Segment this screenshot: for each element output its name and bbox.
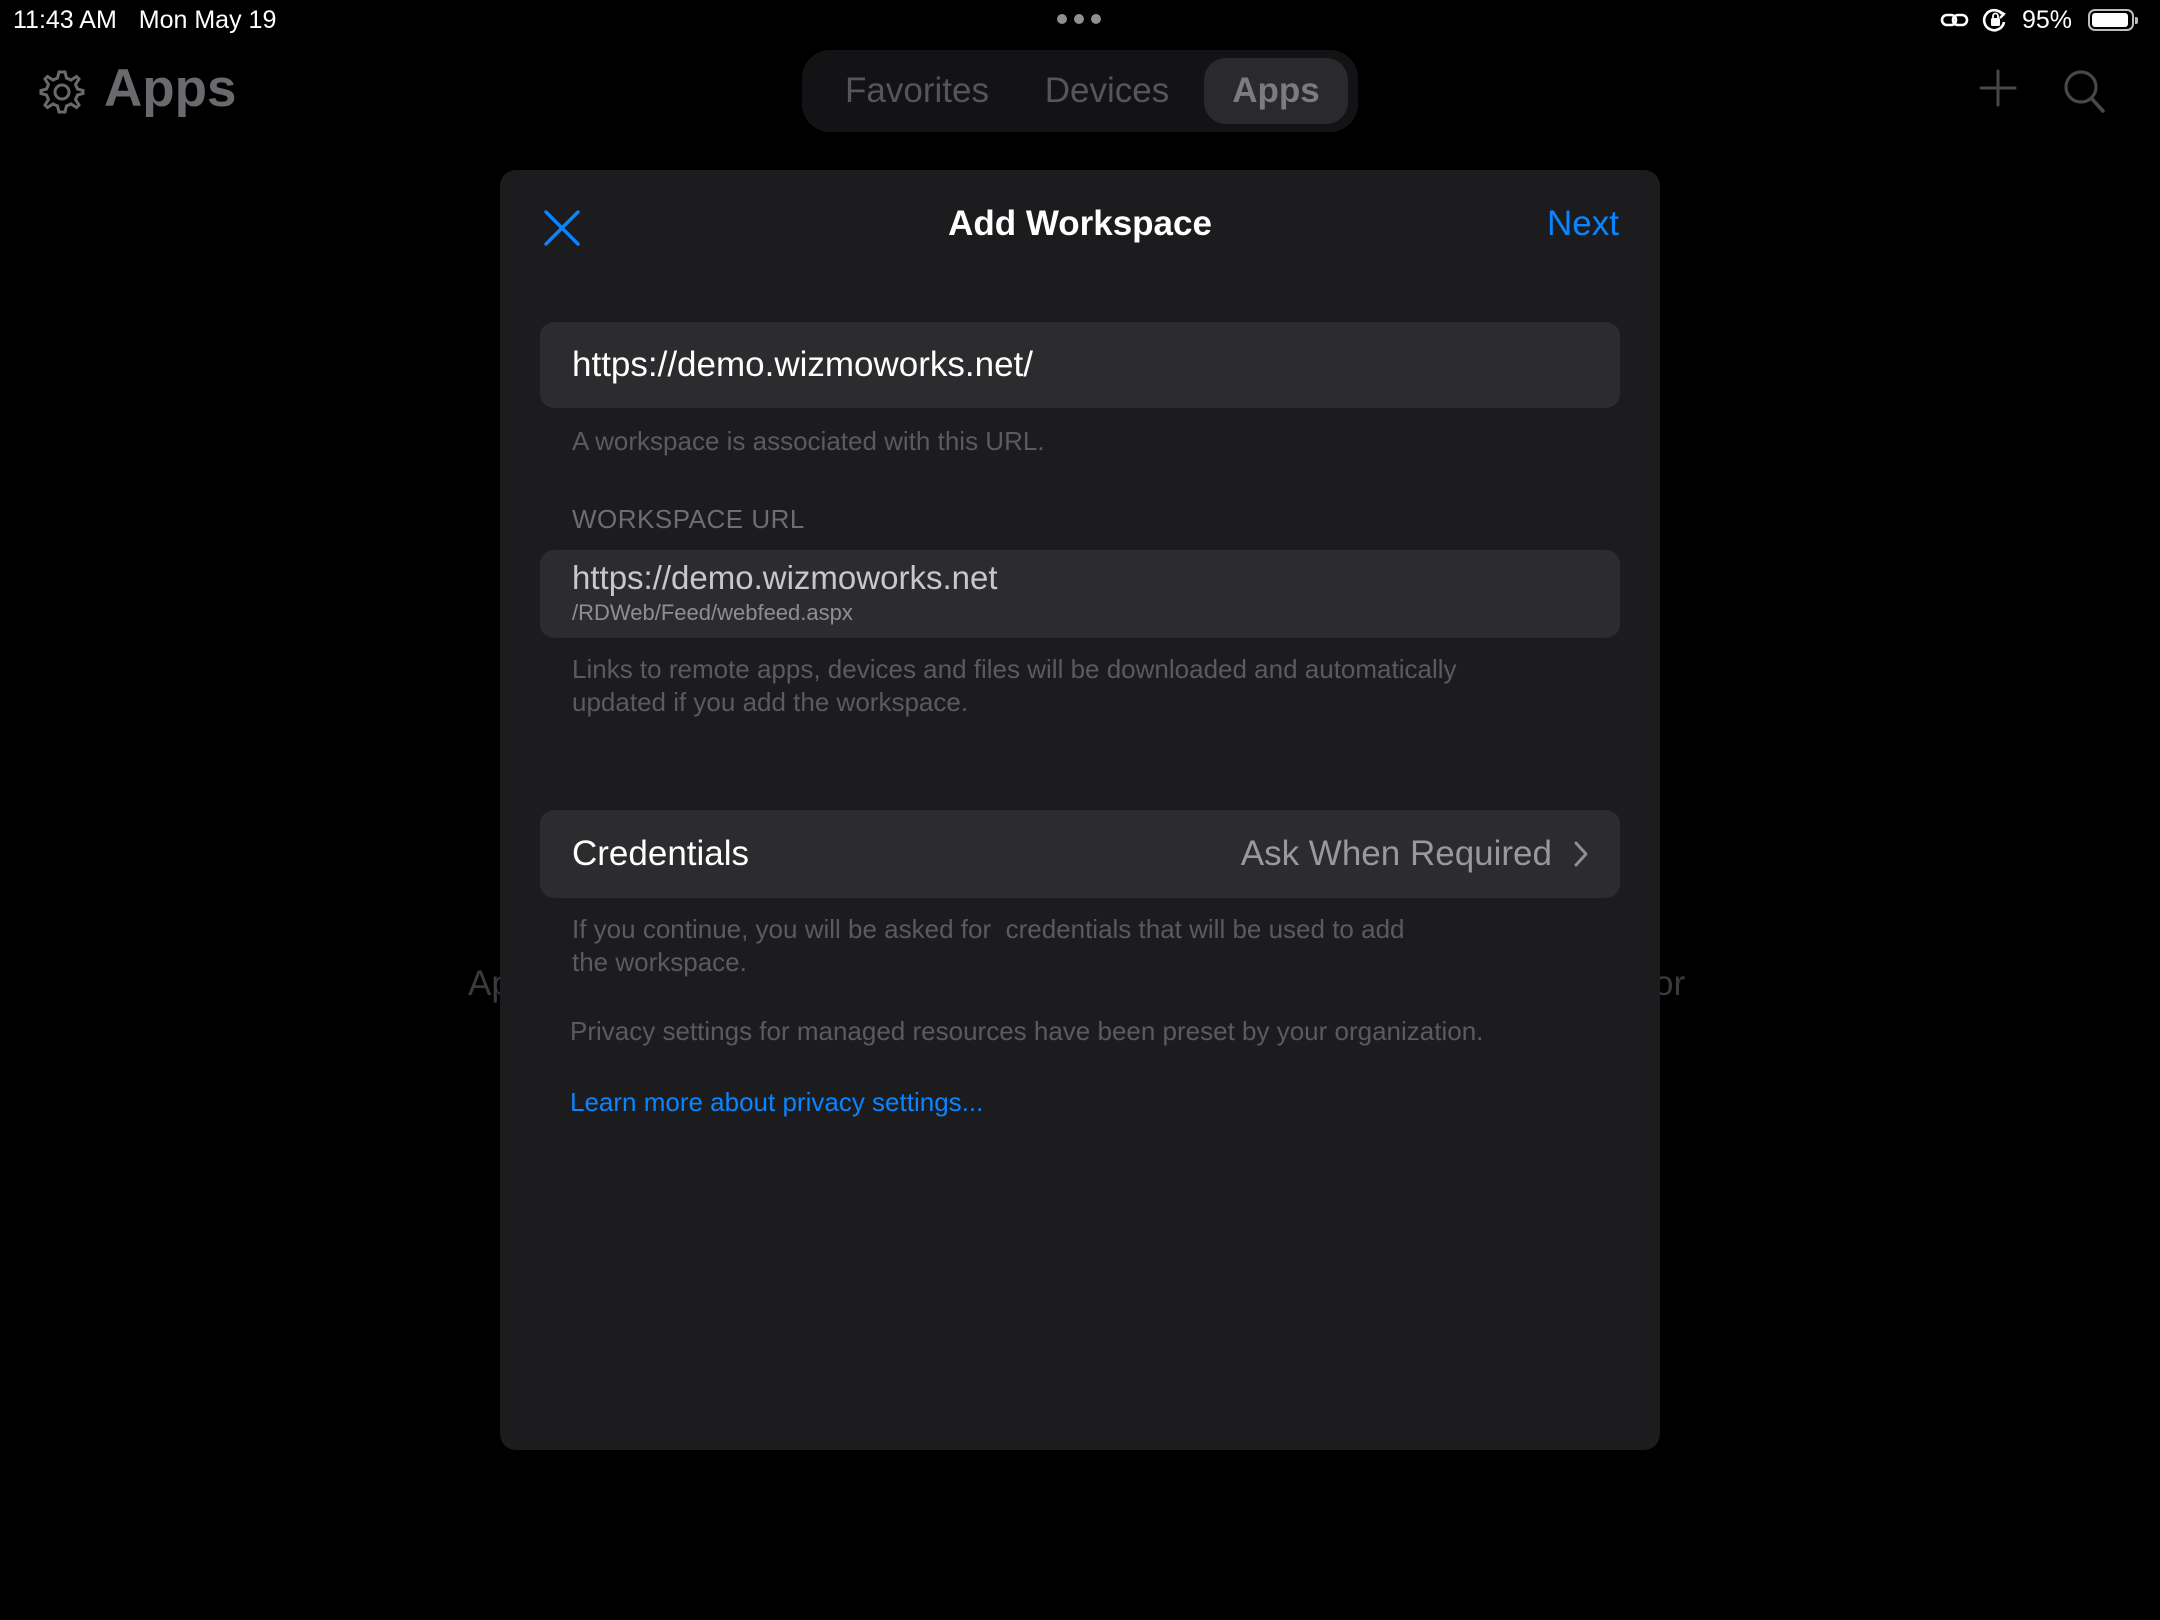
- workspace-hint-line2: updated if you add the workspace.: [572, 687, 969, 717]
- link-icon: [1940, 13, 1969, 27]
- credentials-row[interactable]: Credentials Ask When Required: [540, 810, 1620, 898]
- tab-devices[interactable]: Devices: [1022, 58, 1192, 124]
- chevron-right-icon: [1574, 841, 1588, 867]
- credentials-label: Credentials: [572, 834, 750, 873]
- search-icon[interactable]: [2062, 68, 2106, 114]
- sheet-title: Add Workspace: [948, 204, 1212, 243]
- status-date: Mon May 19: [138, 6, 277, 34]
- privacy-settings-link[interactable]: Learn more about privacy settings...: [570, 1087, 983, 1118]
- url-input-container: [540, 322, 1620, 408]
- status-right: 95%: [1940, 5, 2138, 35]
- screen: 11:43 AM Mon May 19 95% Apps Favorites De: [0, 0, 2160, 1620]
- credentials-hint-line1: If you continue, you will be asked for c…: [572, 914, 1405, 944]
- credentials-value: Ask When Required: [1240, 834, 1552, 873]
- workspace-url-label: WORKSPACE URL: [572, 504, 805, 534]
- tab-apps[interactable]: Apps: [1204, 58, 1348, 124]
- tab-bar: Favorites Devices Apps: [802, 50, 1358, 132]
- workspace-hint-line1: Links to remote apps, devices and files …: [572, 654, 1457, 684]
- url-hint: A workspace is associated with this URL.: [572, 426, 1045, 456]
- workspace-url-path: /RDWeb/Feed/webfeed.aspx: [572, 600, 853, 625]
- battery-fill: [2092, 13, 2129, 27]
- battery-icon: [2088, 9, 2138, 31]
- orientation-lock-icon: [1982, 8, 2006, 32]
- next-button[interactable]: Next: [1547, 204, 1619, 244]
- status-time: 11:43 AM Mon May 19: [13, 6, 276, 35]
- tab-favorites[interactable]: Favorites: [828, 58, 1006, 124]
- privacy-note: Privacy settings for managed resources h…: [570, 1016, 1484, 1046]
- page-title: Apps: [104, 59, 237, 118]
- multitasking-dots-icon[interactable]: [1057, 14, 1101, 24]
- workspace-url-main: https://demo.wizmoworks.net: [572, 559, 998, 596]
- credentials-hint: If you continue, you will be asked for c…: [572, 913, 1572, 979]
- workspace-hint: Links to remote apps, devices and files …: [572, 653, 1572, 719]
- url-input[interactable]: [572, 322, 1592, 408]
- status-time-text: 11:43 AM: [13, 6, 117, 34]
- workspace-url-field: https://demo.wizmoworks.net /RDWeb/Feed/…: [540, 550, 1620, 638]
- battery-percent: 95%: [2021, 5, 2072, 34]
- plus-icon[interactable]: [1978, 68, 2018, 108]
- credentials-hint-line2: the workspace.: [572, 947, 747, 977]
- add-workspace-sheet: Add Workspace Next A workspace is associ…: [500, 170, 1660, 1450]
- gear-icon[interactable]: [38, 68, 86, 116]
